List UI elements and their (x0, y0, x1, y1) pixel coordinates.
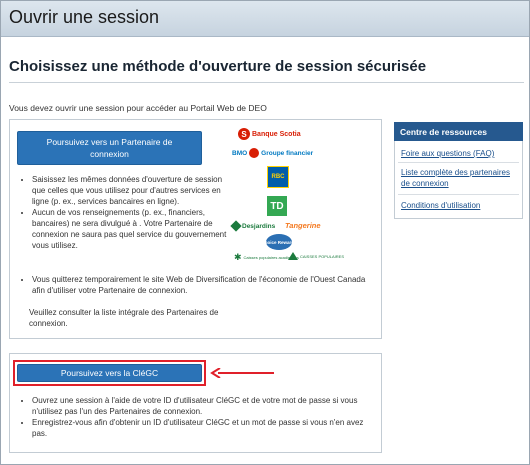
terms-link[interactable]: Conditions d'utilisation (401, 200, 519, 211)
tangerine-logo: Tangerine (285, 221, 321, 230)
section-title: Choisissez une méthode d'ouverture de se… (9, 58, 427, 75)
partner-bullets: Saisissez les mêmes données d'ouverture … (18, 174, 228, 251)
rbc-logo: RBC (267, 166, 289, 188)
list-item: Saisissez les mêmes données d'ouverture … (32, 174, 228, 207)
divider (398, 162, 519, 163)
clegc-bullets: Ouvrez une session à l'aide de votre ID … (18, 395, 373, 439)
arrow-left-icon (210, 368, 274, 378)
page-title: Ouvrir une session (9, 7, 160, 27)
desjardins-logo: Desjardins (230, 220, 275, 232)
clegc-button[interactable]: Poursuivez vers la CléGC (17, 364, 202, 382)
bmo-logo: BMO Groupe financier (232, 148, 314, 158)
intro-text: Vous devez ouvrir une session pour accéd… (9, 103, 267, 113)
list-item: Enregistrez-vous afin d'obtenir un ID d'… (32, 417, 373, 439)
partner-list-note[interactable]: Veuillez consulter la liste intégrale de… (29, 307, 219, 329)
list-item: Aucun de vos renseignements (p. ex., fin… (32, 207, 228, 251)
scotia-logo: S Banque Scotia (238, 128, 301, 140)
bmo-roundel-icon (249, 148, 260, 158)
partner-list-link[interactable]: Liste complète des partenaires de connex… (401, 167, 519, 189)
star-icon: ✱ (234, 252, 242, 262)
section-divider (9, 82, 524, 83)
faq-link[interactable]: Foire aux questions (FAQ) (401, 148, 519, 159)
partner-button[interactable]: Poursuivez vers un Partenaire de connexi… (17, 131, 202, 165)
triangle-icon (288, 252, 298, 260)
partner-bullet-wide: Vous quitterez temporairement le site We… (18, 274, 373, 296)
td-logo: TD (267, 196, 287, 216)
desjardins-icon (230, 220, 242, 232)
divider (398, 194, 519, 195)
scotia-s-icon: S (238, 128, 250, 140)
list-item: Vous quitterez temporairement le site We… (32, 274, 373, 296)
caisses-populaires-logo: CAISSES POPULAIRES (288, 252, 344, 260)
resource-title: Centre de ressources (394, 122, 523, 141)
list-item: Ouvrez une session à l'aide de votre ID … (32, 395, 373, 417)
choice-rewards-logo: Choice Rewards (262, 234, 297, 250)
title-bar: Ouvrir une session (1, 1, 529, 37)
